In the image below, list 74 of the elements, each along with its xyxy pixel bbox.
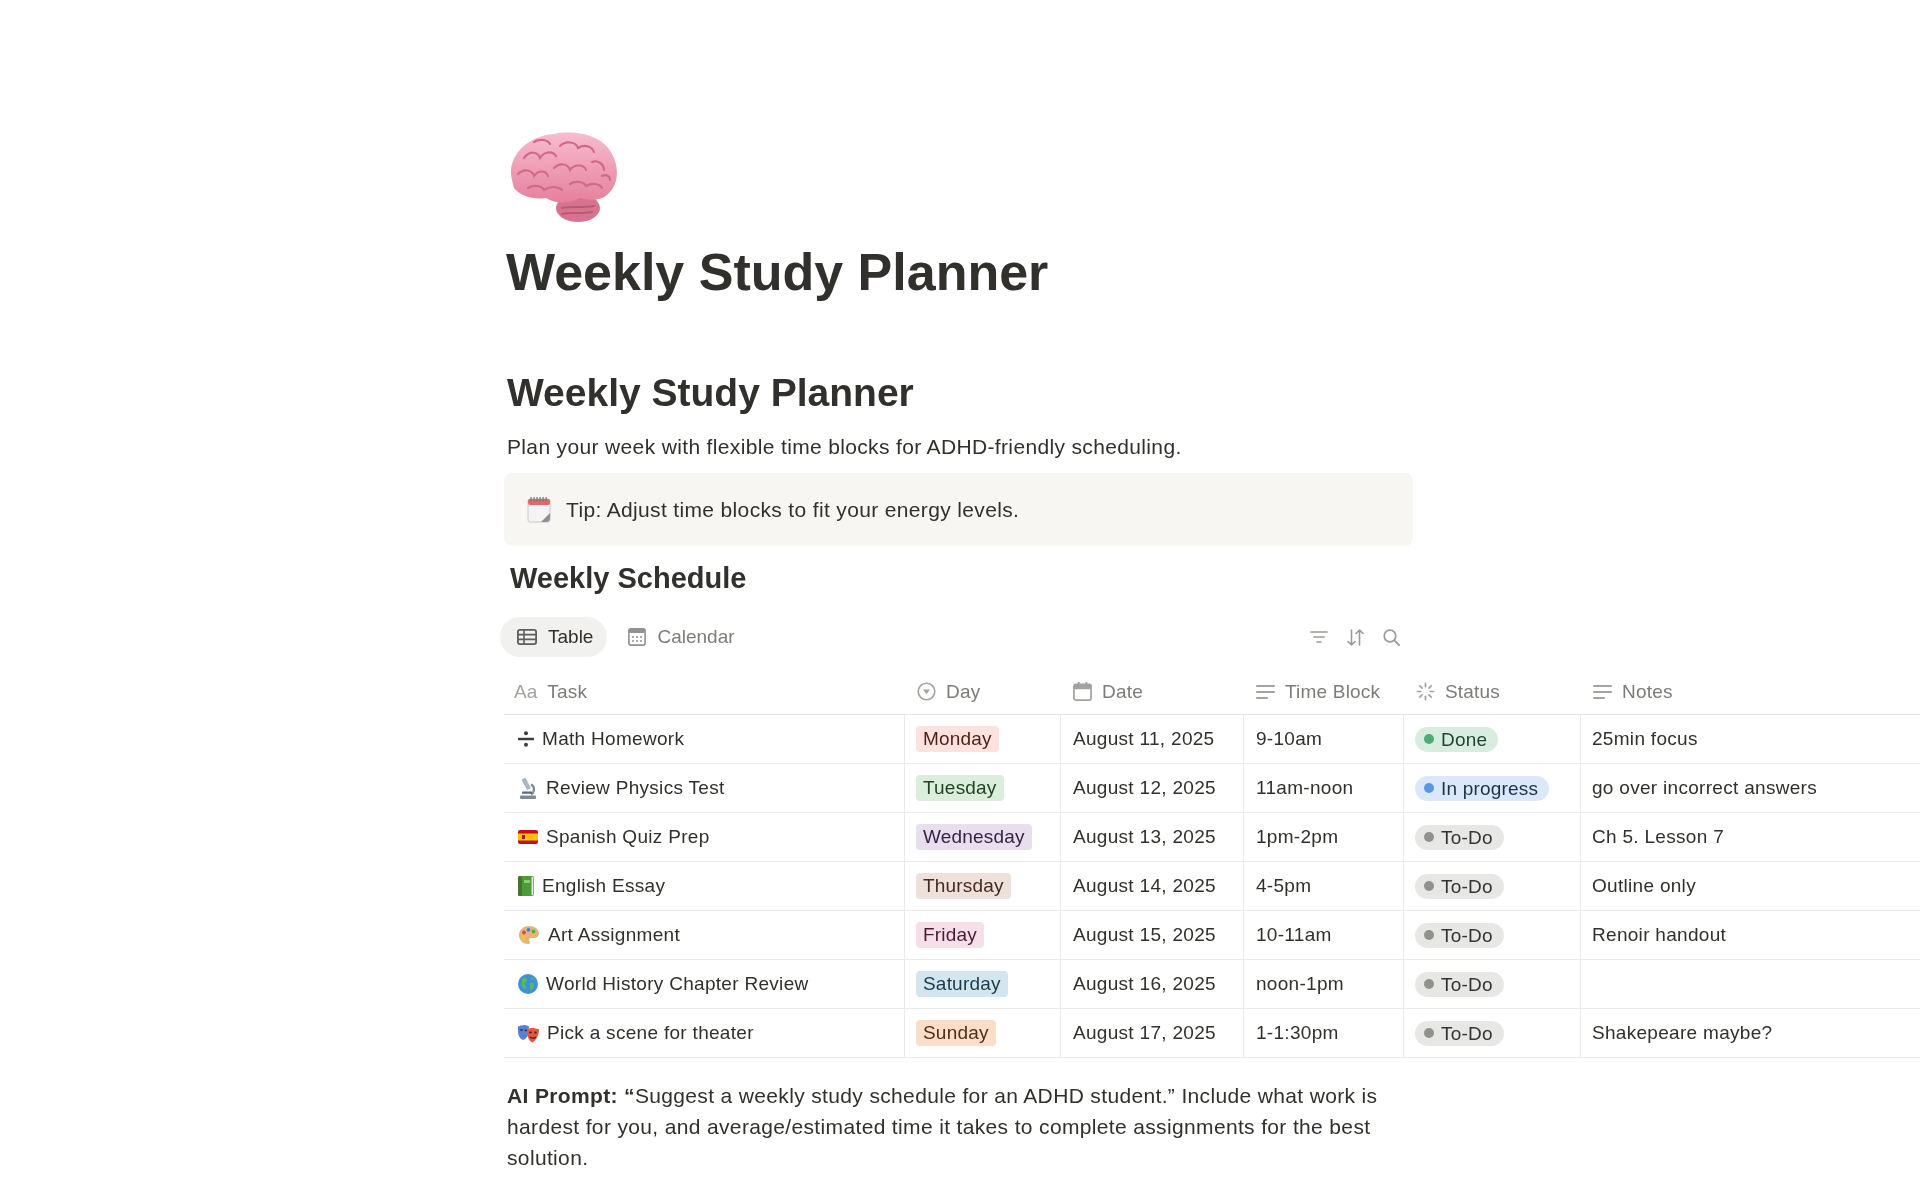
table-cell-text: Shakepeare maybe? <box>1591 1021 1774 1045</box>
sort-icon[interactable] <box>1347 628 1364 646</box>
prompt-text: AI Prompt: “Suggest a weekly study schedule for an ADHD student.” Include what work is hardest for you, and average/estimated time it takes to complete assignments for the best solution. <box>507 1083 1379 1171</box>
status-label: To-Do <box>1441 1021 1493 1046</box>
table-cell-text: Ch 5. Lesson 7 <box>1591 825 1725 849</box>
task-title: Art Assignment <box>548 924 680 946</box>
view-tab[interactable]: Calendar <box>611 617 749 657</box>
day-tag: Saturday <box>916 971 1008 997</box>
text-lines-icon <box>1256 683 1275 700</box>
table-cell: 9-10am <box>1244 715 1404 763</box>
page-title: Weekly Study Planner <box>506 242 1050 303</box>
column-header[interactable]: Date <box>1102 680 1143 703</box>
table-cell: August 11, 2025 <box>1061 715 1244 763</box>
status-label: To-Do <box>1441 874 1493 899</box>
table-cell: August 12, 2025 <box>1061 764 1244 812</box>
filter-icon[interactable] <box>1310 630 1328 644</box>
column-header[interactable]: Notes <box>1622 680 1673 703</box>
day-tag: Monday <box>916 726 999 752</box>
table-cell: 10-11am <box>1244 911 1404 959</box>
column-header[interactable]: Status <box>1445 680 1501 703</box>
task-title: Review Physics Test <box>546 777 725 799</box>
status-label: To-Do <box>1441 825 1493 850</box>
status-label: Done <box>1441 727 1488 752</box>
theater-masks-icon <box>518 1023 539 1043</box>
day-tag: Thursday <box>916 873 1011 899</box>
table-cell: 1pm-2pm <box>1244 813 1404 861</box>
calendar-icon <box>628 628 647 646</box>
task-title: World History Chapter Review <box>546 973 809 995</box>
column-header[interactable]: Day <box>946 680 981 703</box>
calendar-icon <box>1073 682 1092 701</box>
day-tag: Wednesday <box>916 824 1032 850</box>
table-cell-text: go over incorrect answers <box>1591 776 1819 800</box>
day-tag: Tuesday <box>916 775 1004 801</box>
table-cell: August 15, 2025 <box>1061 911 1244 959</box>
task-title: Pick a scene for theater <box>547 1022 754 1044</box>
table-cell: 4-5pm <box>1244 862 1404 910</box>
divide-icon <box>518 731 534 747</box>
status-label: To-Do <box>1441 923 1493 948</box>
microscope-icon <box>518 777 538 799</box>
database-title: Weekly Schedule <box>510 561 748 596</box>
view-tab[interactable]: Table <box>500 617 608 657</box>
table-icon <box>517 629 537 645</box>
calendar-icon <box>527 496 551 523</box>
column-header[interactable]: Task <box>547 680 588 703</box>
day-tag: Friday <box>916 922 984 948</box>
palette-icon <box>518 925 540 945</box>
table-cell-text: Renoir handout <box>1591 923 1728 947</box>
status-label: To-Do <box>1441 972 1493 997</box>
description-text: Plan your week with flexible time blocks for ADHD-friendly scheduling. <box>507 434 1183 460</box>
task-title: English Essay <box>542 875 666 897</box>
table-cell: August 17, 2025 <box>1061 1009 1244 1057</box>
section-heading: Weekly Study Planner <box>507 370 915 416</box>
table-cell: 11am-noon <box>1244 764 1404 812</box>
table-cell: noon-1pm <box>1244 960 1404 1008</box>
task-title: Spanish Quiz Prep <box>546 826 710 848</box>
column-header[interactable]: Time Block <box>1285 680 1381 703</box>
flag-icon <box>518 830 538 844</box>
callout-text: Tip: Adjust time blocks to fit your energy levels. <box>566 496 1020 523</box>
search-icon[interactable] <box>1383 628 1400 646</box>
table-cell: August 13, 2025 <box>1061 813 1244 861</box>
status-label: In progress <box>1441 776 1539 801</box>
globe-icon <box>518 974 538 994</box>
table-cell: August 16, 2025 <box>1061 960 1244 1008</box>
table-cell: August 14, 2025 <box>1061 862 1244 910</box>
loader-icon <box>1416 682 1435 701</box>
property-type-mark: Aa <box>514 680 538 703</box>
day-tag: Sunday <box>916 1020 996 1046</box>
table-cell-text: Outline only <box>1591 874 1697 898</box>
book-icon <box>518 876 534 896</box>
dropdown-circle-icon <box>917 682 936 701</box>
table-cell: 1-1:30pm <box>1244 1009 1404 1057</box>
text-lines-icon <box>1593 683 1612 700</box>
table-cell-text: 25min focus <box>1591 727 1699 751</box>
task-title: Math Homework <box>542 728 685 750</box>
